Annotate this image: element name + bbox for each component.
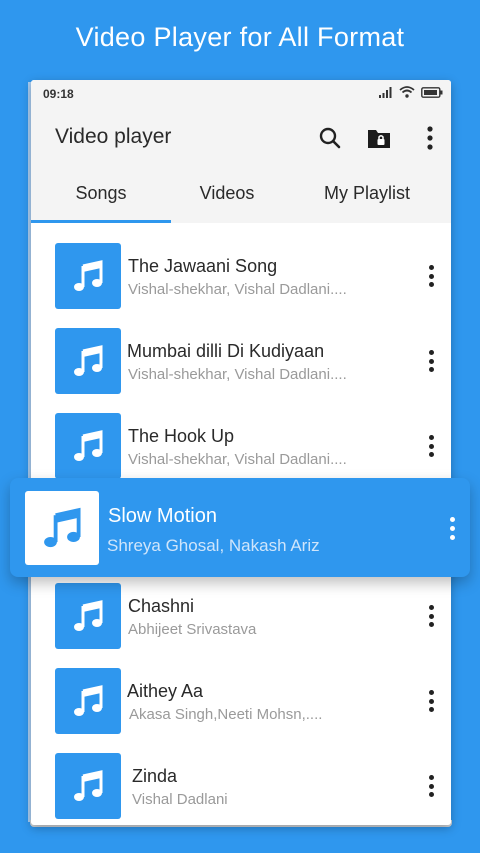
song-artist: Shreya Ghosal, Nakash Ariz xyxy=(107,536,320,555)
more-vert-icon[interactable] xyxy=(425,348,437,374)
list-item[interactable]: Zinda Vishal Dadlani xyxy=(31,753,451,825)
app-title: Video player xyxy=(55,125,172,148)
song-title: Chashni xyxy=(128,596,195,616)
music-note-icon xyxy=(55,413,121,479)
tab-my-playlist[interactable]: My Playlist xyxy=(299,183,435,204)
status-time: 09:18 xyxy=(43,87,74,101)
search-icon[interactable] xyxy=(317,125,343,151)
music-note-icon xyxy=(25,491,99,565)
battery-icon xyxy=(421,86,443,98)
song-artist: Vishal Dadlani xyxy=(132,791,228,808)
highlighted-list-item[interactable]: Slow Motion Shreya Ghosal, Nakash Ariz xyxy=(10,478,470,577)
more-vert-icon[interactable] xyxy=(425,263,437,289)
more-vert-icon[interactable] xyxy=(446,515,458,542)
wifi-icon xyxy=(399,86,415,98)
list-item[interactable]: The Jawaani Song Vishal-shekhar, Vishal … xyxy=(31,243,451,328)
list-item[interactable]: Aithey Aa Akasa Singh,Neeti Mohsn,.... xyxy=(31,668,451,753)
more-vert-icon[interactable] xyxy=(425,688,437,714)
more-vert-icon[interactable] xyxy=(425,433,437,459)
song-artist: Abhijeet Srivastava xyxy=(128,621,257,638)
music-note-icon xyxy=(55,753,121,819)
song-title: Zinda xyxy=(132,766,178,786)
app-bar: 09:18 Video player Songs Videos My Playl… xyxy=(31,80,451,223)
song-artist: Vishal-shekhar, Vishal Dadlani.... xyxy=(128,451,347,468)
song-title: Slow Motion xyxy=(108,505,217,527)
promo-headline: Video Player for All Format xyxy=(75,22,405,52)
signal-icon xyxy=(379,86,392,98)
list-item[interactable]: Chashni Abhijeet Srivastava xyxy=(31,583,451,668)
song-artist: Akasa Singh,Neeti Mohsn,.... xyxy=(129,706,323,723)
phone-screen: 09:18 Video player Songs Videos My Playl… xyxy=(31,80,451,825)
song-artist: Vishal-shekhar, Vishal Dadlani.... xyxy=(128,281,347,298)
music-note-icon xyxy=(55,668,121,734)
song-artist: Vishal-shekhar, Vishal Dadlani.... xyxy=(128,366,347,383)
more-vert-icon[interactable] xyxy=(425,603,437,629)
tab-videos[interactable]: Videos xyxy=(171,183,283,204)
more-vert-icon[interactable] xyxy=(417,125,443,151)
song-title: The Hook Up xyxy=(128,426,235,446)
list-item[interactable]: Mumbai dilli Di Kudiyaan Vishal-shekhar,… xyxy=(31,328,451,413)
song-title: The Jawaani Song xyxy=(128,256,278,276)
song-title: Aithey Aa xyxy=(127,681,204,701)
music-note-icon xyxy=(55,243,121,309)
status-icons xyxy=(379,86,443,98)
music-note-icon xyxy=(55,583,121,649)
music-note-icon xyxy=(55,328,121,394)
more-vert-icon[interactable] xyxy=(425,773,437,799)
tab-indicator xyxy=(31,220,171,223)
lock-folder-icon[interactable] xyxy=(366,125,392,151)
tab-songs[interactable]: Songs xyxy=(31,183,171,204)
song-title: Mumbai dilli Di Kudiyaan xyxy=(127,341,325,361)
